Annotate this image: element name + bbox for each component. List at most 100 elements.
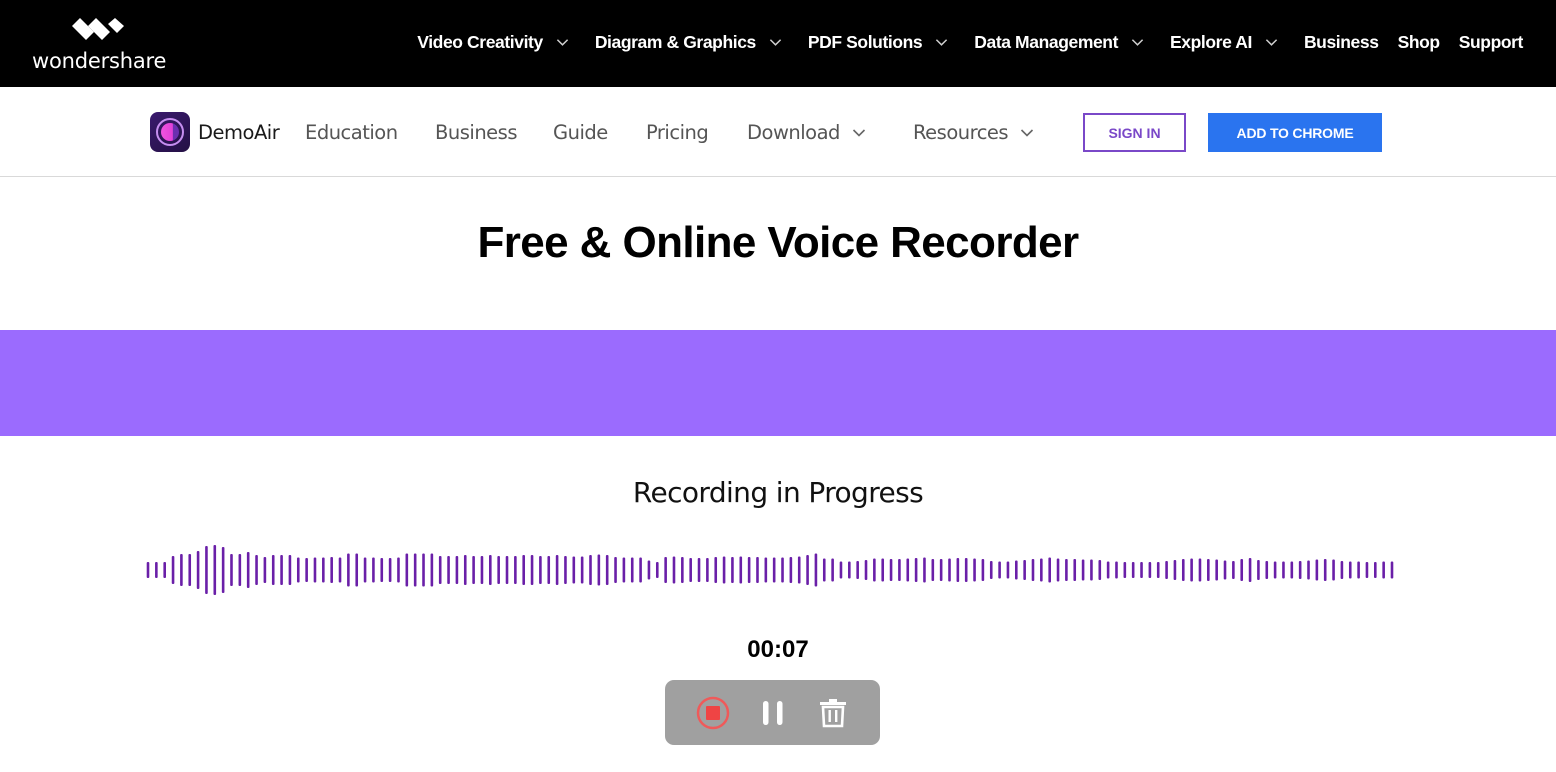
global-nav-label: Support: [1458, 31, 1524, 52]
global-nav-item[interactable]: Video Creativity: [417, 32, 569, 53]
global-nav-label: Video Creativity: [417, 31, 543, 52]
waveform-bar: [797, 556, 801, 584]
waveform-bar: [714, 557, 718, 583]
waveform-bar: [806, 555, 809, 585]
waveform-bar: [230, 554, 233, 586]
waveform-bar: [589, 555, 592, 585]
waveform-bar: [1106, 561, 1110, 579]
waveform-bar: [1357, 561, 1360, 579]
waveform-bar: [205, 546, 208, 594]
waveform-bar: [1040, 558, 1043, 582]
trash-icon: [820, 699, 846, 728]
waveform-bar: [664, 557, 667, 583]
waveform-bar: [864, 560, 868, 580]
product-nav-label: Education: [305, 121, 398, 144]
waveform-bar: [956, 558, 960, 582]
demoair-logo-icon[interactable]: [150, 112, 190, 152]
global-nav-label: PDF Solutions: [807, 31, 923, 52]
global-nav-item[interactable]: Shop: [1397, 31, 1441, 53]
waveform-bar: [814, 553, 818, 587]
waveform-bar: [413, 553, 417, 587]
global-nav-label: Shop: [1397, 31, 1441, 52]
waveform-bar: [856, 561, 859, 579]
global-nav-item[interactable]: Business: [1304, 32, 1379, 53]
waveform-bar: [1190, 558, 1193, 582]
waveform-bar: [973, 558, 976, 582]
waveform-bar: [271, 555, 275, 585]
waveform-bar: [397, 557, 400, 583]
waveform-bar: [296, 557, 300, 583]
waveform-bar: [238, 554, 242, 586]
product-nav-label: Guide: [553, 121, 608, 144]
waveform-bar: [622, 557, 626, 583]
chevron-down-icon: [1131, 38, 1144, 46]
waveform-bar: [1115, 561, 1118, 579]
waveform-bar: [213, 545, 217, 595]
chevron-down-icon: [852, 128, 866, 137]
waveform-bar: [647, 560, 651, 580]
waveform-bar: [463, 555, 467, 585]
stop-button[interactable]: [693, 693, 733, 733]
waveform-bar: [196, 551, 200, 589]
waveform-bar: [1257, 560, 1260, 580]
waveform-bar: [580, 556, 584, 584]
waveform-bar: [630, 557, 634, 583]
waveform-bar: [1282, 561, 1285, 579]
waveform-bar: [989, 561, 993, 579]
product-nav-item[interactable]: Guide: [553, 121, 608, 144]
waveform-bar: [180, 554, 183, 586]
waveform-bar: [1140, 562, 1143, 578]
waveform-bar: [1056, 558, 1060, 582]
product-nav-item[interactable]: Download: [747, 121, 866, 144]
product-nav-item[interactable]: Pricing: [646, 121, 709, 144]
waveform-bar: [313, 557, 317, 583]
recorder-controls: [665, 680, 880, 745]
waveform-bar: [1382, 561, 1385, 579]
chevron-down-icon: [1265, 38, 1278, 46]
waveform-bar: [739, 556, 743, 584]
global-header: wondershare Video Creativity Diagram & Gr…: [0, 0, 1556, 87]
waveform-bar: [948, 558, 951, 582]
waveform-bar: [681, 557, 684, 583]
add-to-chrome-button[interactable]: ADD TO CHROME: [1208, 113, 1382, 152]
waveform-bar: [1248, 558, 1252, 582]
waveform-bar: [781, 557, 784, 583]
waveform-bar: [1148, 562, 1152, 578]
waveform-bar: [255, 555, 258, 585]
waveform-bar: [363, 557, 367, 583]
global-nav-item[interactable]: Diagram & Graphics: [595, 32, 782, 53]
chevron-down-icon: [556, 38, 568, 46]
waveform-bar: [1031, 559, 1035, 581]
waveform-bar: [722, 556, 726, 584]
waveform-bar: [472, 556, 475, 584]
waveform-bar: [1340, 561, 1344, 579]
sign-in-button[interactable]: SIGN IN: [1083, 113, 1186, 152]
global-nav: Video Creativity Diagram & Graphics PDF So…: [417, 28, 1523, 56]
delete-button[interactable]: [813, 693, 853, 733]
product-nav-item[interactable]: Resources: [913, 121, 1034, 144]
waveform-bar: [1290, 561, 1294, 579]
waveform-bar: [1098, 560, 1102, 580]
waveform-bar: [614, 557, 617, 583]
waveform-bar: [530, 555, 534, 585]
global-nav-item[interactable]: Support: [1458, 31, 1524, 53]
waveform-bar: [1207, 559, 1210, 581]
global-nav-item[interactable]: Explore AI: [1170, 32, 1278, 53]
waveform-bar: [1156, 562, 1160, 578]
waveform-bar: [789, 557, 793, 583]
pause-button[interactable]: [753, 693, 793, 733]
recording-timer: 00:07: [747, 636, 809, 663]
product-nav-label: Pricing: [646, 121, 709, 144]
global-nav-item[interactable]: PDF Solutions: [808, 32, 948, 53]
global-nav-label: Diagram & Graphics: [594, 31, 756, 52]
waveform-bar: [1365, 562, 1369, 578]
waveform-bar: [914, 558, 918, 582]
product-name[interactable]: DemoAir: [198, 121, 280, 144]
waveform-bar: [822, 558, 826, 582]
global-nav-item[interactable]: Data Management: [974, 32, 1144, 53]
product-nav-item[interactable]: Education: [305, 121, 398, 144]
product-nav-item[interactable]: Business: [435, 121, 518, 144]
waveform-bar: [1374, 562, 1377, 578]
global-nav-label: Explore AI: [1170, 31, 1252, 52]
wondershare-logo[interactable]: wondershare: [32, 16, 167, 76]
